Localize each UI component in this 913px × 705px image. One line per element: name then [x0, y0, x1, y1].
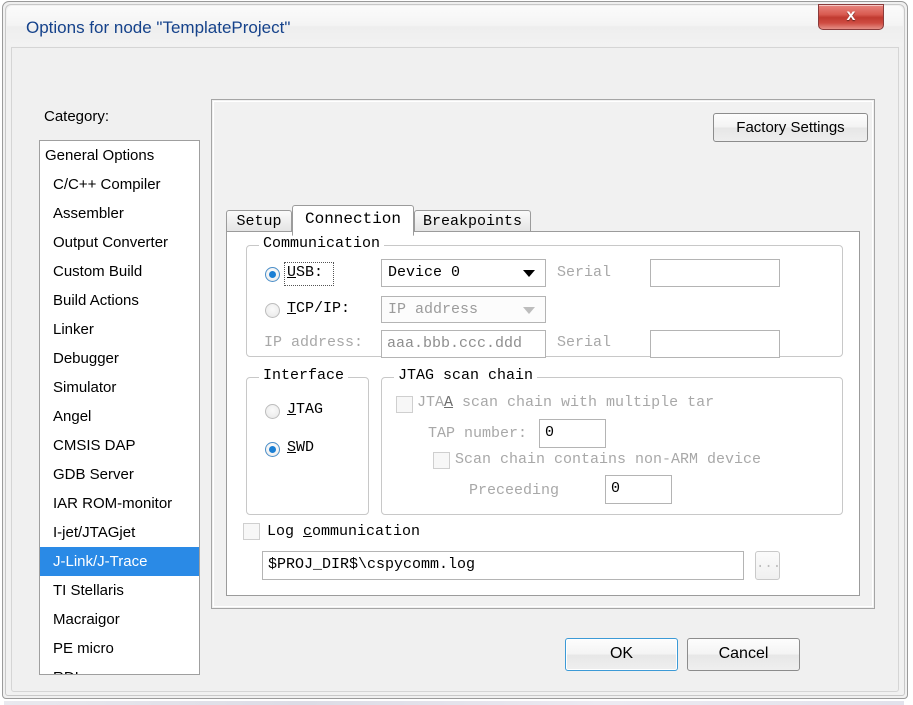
tab-breakpoints[interactable]: Breakpoints: [414, 210, 531, 233]
usb-device-combo[interactable]: Device 0: [381, 259, 546, 287]
category-item[interactable]: Linker: [40, 315, 199, 344]
preceeding-label: Preceeding: [469, 482, 560, 499]
tcpip-mode-value: IP address: [388, 301, 479, 318]
chevron-down-icon-dim: [523, 306, 535, 314]
category-item[interactable]: RDI: [40, 663, 199, 674]
multiple-targets-checkbox[interactable]: [396, 396, 413, 413]
window-title: Options for node "TemplateProject": [26, 18, 291, 37]
swd-radio[interactable]: [265, 442, 280, 457]
category-item[interactable]: Angel: [40, 402, 199, 431]
factory-settings-button[interactable]: Factory Settings: [713, 113, 868, 142]
category-item[interactable]: Output Converter: [40, 228, 199, 257]
log-browse-button[interactable]: ...: [755, 551, 781, 580]
category-item[interactable]: Assembler: [40, 199, 199, 228]
options-dialog-window: Options for node "TemplateProject" x Cat…: [0, 0, 913, 705]
window-bottom-strip: [4, 701, 904, 705]
ip-serial-label: Serial: [557, 334, 612, 351]
category-item[interactable]: Debugger: [40, 344, 199, 373]
ip-address-input[interactable]: aaa.bbb.ccc.ddd: [381, 330, 546, 358]
category-item[interactable]: C/C++ Compiler: [40, 170, 199, 199]
category-item[interactable]: Build Actions: [40, 286, 199, 315]
communication-group-title: Communication: [259, 235, 385, 252]
chevron-down-icon: [523, 270, 535, 277]
tap-number-label: TAP number:: [428, 425, 528, 442]
log-communication-checkbox[interactable]: [243, 523, 260, 540]
usb-radio[interactable]: [265, 267, 280, 282]
multiple-targets-label: JTAA scan chain with multiple tar: [417, 394, 715, 411]
title-bar: Options for node "TemplateProject": [7, 6, 903, 46]
category-item[interactable]: CMSIS DAP: [40, 431, 199, 460]
jtag-scan-chain-group-title: JTAG scan chain: [394, 367, 538, 384]
log-communication-label: Log communication: [267, 523, 421, 540]
category-item[interactable]: TI Stellaris: [40, 576, 199, 605]
category-label: Category:: [44, 108, 110, 125]
category-item[interactable]: I-jet/JTAGjet: [40, 518, 199, 547]
non-arm-checkbox[interactable]: [433, 452, 450, 469]
tab-setup[interactable]: Setup: [226, 210, 292, 233]
usb-serial-input[interactable]: [650, 259, 780, 287]
tcpip-label: TCP/IP:: [287, 300, 351, 317]
cancel-button[interactable]: Cancel: [687, 638, 800, 671]
category-item[interactable]: J-Link/J-Trace: [40, 547, 199, 576]
tap-number-input[interactable]: 0: [539, 419, 606, 448]
category-item[interactable]: General Options: [40, 141, 199, 170]
jtag-radio-label: JTAG: [287, 401, 324, 418]
preceeding-input[interactable]: 0: [605, 475, 672, 504]
category-item[interactable]: Simulator: [40, 373, 199, 402]
category-item[interactable]: Custom Build: [40, 257, 199, 286]
ip-address-label: IP address:: [264, 334, 364, 351]
close-button[interactable]: x: [818, 4, 884, 30]
jtag-radio[interactable]: [265, 404, 280, 419]
ip-serial-input[interactable]: [650, 330, 780, 358]
usb-device-value: Device 0: [388, 264, 461, 281]
category-item[interactable]: PE micro: [40, 634, 199, 663]
category-item[interactable]: GDB Server: [40, 460, 199, 489]
tcpip-radio[interactable]: [265, 303, 280, 318]
category-listbox[interactable]: General Options C/C++ Compiler Assembler Ou…: [39, 140, 200, 675]
swd-radio-label: SWD: [287, 439, 315, 456]
interface-group-title: Interface: [259, 367, 349, 384]
usb-label: USB:: [287, 264, 324, 281]
log-path-input[interactable]: $PROJ_DIR$\cspycomm.log: [262, 551, 744, 580]
close-icon: x: [846, 7, 856, 24]
non-arm-label: Scan chain contains non-ARM device: [455, 451, 762, 468]
category-item[interactable]: IAR ROM-monitor: [40, 489, 199, 518]
tab-connection[interactable]: Connection: [292, 205, 414, 236]
category-item[interactable]: Macraigor: [40, 605, 199, 634]
tcpip-mode-combo[interactable]: IP address: [381, 296, 546, 323]
usb-serial-label: Serial: [557, 264, 612, 281]
ok-button[interactable]: OK: [565, 638, 678, 671]
